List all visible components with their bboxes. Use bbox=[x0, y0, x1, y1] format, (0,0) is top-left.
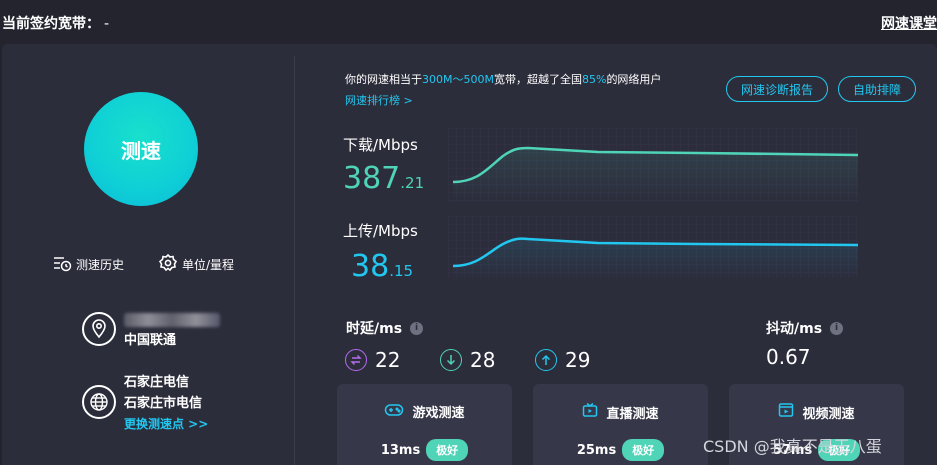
node-city: 石家庄电信 bbox=[124, 375, 190, 390]
live-test-value: 25ms bbox=[576, 442, 617, 458]
node-info: 石家庄电信 石家庄市电信 更换测速点 >> bbox=[82, 375, 208, 435]
top-bar: 当前签约宽带： - 网速课堂 bbox=[0, 0, 937, 44]
arrow-up-icon bbox=[535, 349, 557, 371]
upload-value: 38.15 bbox=[351, 252, 413, 286]
client-isp: 中国联通 bbox=[124, 333, 177, 348]
download-int: 387 bbox=[343, 161, 401, 196]
speed-ranking-link[interactable]: 网速排行榜 > bbox=[345, 92, 413, 108]
latency-help-icon[interactable]: i bbox=[410, 321, 424, 335]
latency-idle: 22 bbox=[345, 348, 400, 372]
speed-summary: 你的网速相当于300M～500M宽带，超越了全国85%的网络用户 bbox=[345, 71, 661, 87]
video-play-icon bbox=[778, 402, 794, 422]
upload-dec: .15 bbox=[389, 262, 414, 280]
download-dec: .21 bbox=[400, 174, 425, 192]
speed-classroom-link[interactable]: 网速课堂 bbox=[881, 13, 937, 33]
jitter-label: 抖动/ms bbox=[766, 321, 823, 337]
arrow-down-icon bbox=[440, 349, 462, 371]
latency-upload: 29 bbox=[535, 348, 590, 372]
gear-icon bbox=[158, 253, 178, 276]
game-test-grade: 极好 bbox=[426, 439, 469, 461]
plan-value: - bbox=[104, 16, 110, 32]
latency-download: 28 bbox=[440, 348, 495, 372]
upload-label: 上传/Mbps bbox=[343, 222, 418, 240]
game-test-value: 13ms bbox=[380, 442, 421, 458]
download-label: 下载/Mbps bbox=[343, 136, 418, 154]
start-speedtest-button[interactable]: 测速 bbox=[84, 92, 198, 206]
latency-header: 时延/ms i bbox=[346, 318, 424, 338]
summary-middle: 宽带，超越了全国 bbox=[493, 73, 582, 86]
client-ip-blurred bbox=[124, 312, 220, 327]
client-ip bbox=[124, 309, 220, 330]
latency-download-value: 28 bbox=[470, 348, 496, 372]
summary-prefix: 你的网速相当于 bbox=[345, 73, 422, 86]
speedtest-history-button[interactable]: 测速历史 bbox=[52, 253, 124, 276]
self-troubleshoot-button[interactable]: 自助排障 bbox=[838, 76, 916, 102]
video-test-title: 视频测速 bbox=[802, 406, 855, 422]
plan-label: 当前签约宽带： bbox=[2, 16, 100, 32]
summary-bandwidth: 300M～500M bbox=[422, 73, 494, 86]
column-divider bbox=[294, 56, 295, 465]
node-full: 石家庄市电信 bbox=[124, 396, 203, 411]
csdn-watermark: CSDN @我真不是王八蛋 bbox=[703, 437, 882, 456]
change-node-link[interactable]: 更换测速点 >> bbox=[124, 414, 208, 435]
live-test-title: 直播测速 bbox=[606, 406, 659, 422]
location-pin-icon bbox=[82, 312, 116, 346]
summary-percent: 85% bbox=[581, 73, 607, 86]
game-test-card[interactable]: 游戏测速 13ms 极好 bbox=[337, 384, 512, 465]
latency-idle-value: 22 bbox=[375, 348, 401, 372]
summary-suffix: 的网络用户 bbox=[606, 73, 662, 86]
client-info: 中国联通 bbox=[82, 312, 220, 351]
jitter-help-icon[interactable]: i bbox=[830, 321, 844, 335]
jitter-header: 抖动/ms i bbox=[766, 318, 844, 338]
download-curve bbox=[448, 128, 859, 202]
diagnose-report-button[interactable]: 网速诊断报告 bbox=[726, 76, 828, 102]
upload-curve bbox=[448, 216, 859, 278]
units-range-button[interactable]: 单位/量程 bbox=[158, 253, 234, 276]
gamepad-icon bbox=[384, 403, 404, 421]
history-label: 测速历史 bbox=[76, 258, 125, 272]
swap-arrows-icon bbox=[345, 349, 367, 371]
tv-icon bbox=[582, 402, 598, 422]
live-test-card[interactable]: 直播测速 25ms 极好 bbox=[533, 384, 708, 465]
latency-upload-value: 29 bbox=[565, 348, 591, 372]
globe-icon bbox=[82, 385, 116, 419]
jitter-value: 0.67 bbox=[766, 345, 811, 369]
history-icon bbox=[52, 253, 72, 276]
plan-info: 当前签约宽带： - bbox=[2, 13, 109, 33]
latency-label: 时延/ms bbox=[346, 321, 403, 337]
game-test-title: 游戏测速 bbox=[412, 406, 465, 421]
units-label: 单位/量程 bbox=[182, 258, 235, 272]
live-test-grade: 极好 bbox=[622, 439, 665, 461]
download-value: 387.21 bbox=[343, 164, 424, 198]
upload-int: 38 bbox=[351, 249, 390, 284]
